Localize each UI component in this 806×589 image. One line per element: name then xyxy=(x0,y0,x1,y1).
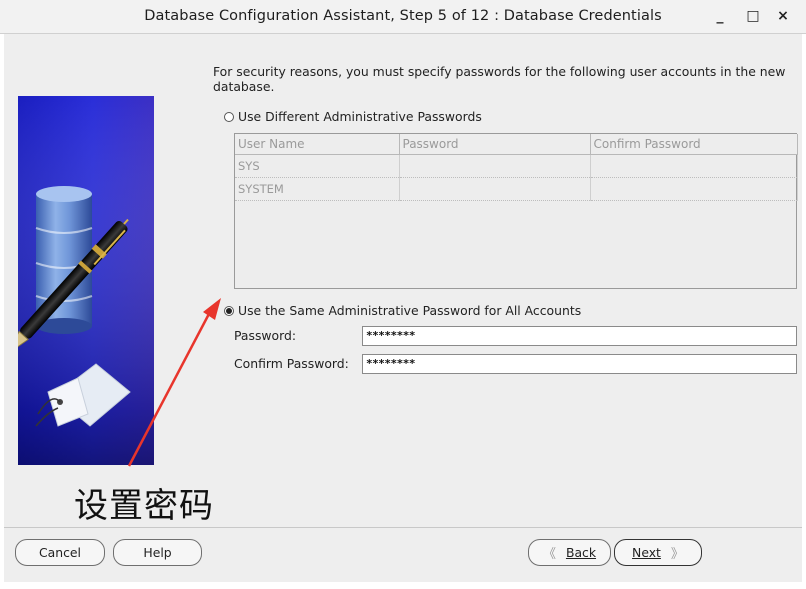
option-same-password-label: Use the Same Administrative Password for… xyxy=(238,303,582,318)
user-password-table: User Name Password Confirm Password SYS … xyxy=(234,133,798,289)
cell-password xyxy=(399,177,591,201)
radio-different-passwords[interactable] xyxy=(224,111,234,122)
red-annotation-arrow xyxy=(127,298,221,467)
cell-confirm-password xyxy=(590,154,798,178)
window-title: Database Configuration Assistant, Step 5… xyxy=(144,8,662,24)
dialog-body: 设置密码 For security reasons, you must spec… xyxy=(4,34,802,582)
cell-user-name: SYSTEM xyxy=(235,177,400,201)
option-different-passwords-label: Use Different Administrative Passwords xyxy=(238,109,482,124)
table-row: SYSTEM xyxy=(235,177,798,201)
table-row: SYS xyxy=(235,154,798,178)
cell-confirm-password xyxy=(590,177,798,201)
minimize-button[interactable]: _ xyxy=(709,5,731,27)
back-button[interactable]: 《 Back xyxy=(528,539,611,566)
column-header-user-name: User Name xyxy=(235,134,400,155)
option-same-password[interactable]: Use the Same Administrative Password for… xyxy=(224,303,581,318)
button-separator xyxy=(4,527,802,528)
help-button[interactable]: Help xyxy=(113,539,202,566)
help-button-label: Help xyxy=(143,545,172,560)
table-header-row: User Name Password Confirm Password xyxy=(235,134,798,155)
cancel-button[interactable]: Cancel xyxy=(15,539,105,566)
confirm-password-field[interactable]: ******** xyxy=(362,354,797,374)
annotation-label: 设置密码 xyxy=(74,486,214,526)
password-field[interactable]: ******** xyxy=(362,326,797,346)
cell-password xyxy=(399,154,591,178)
column-header-confirm-password: Confirm Password xyxy=(590,134,798,155)
title-bar: Database Configuration Assistant, Step 5… xyxy=(0,0,806,34)
next-button-label: Next xyxy=(632,545,661,560)
back-button-label: Back xyxy=(565,545,597,560)
radio-same-password[interactable] xyxy=(224,305,234,316)
security-description: For security reasons, you must specify p… xyxy=(213,64,786,94)
back-chevron-icon: 《 xyxy=(542,547,556,562)
maximize-button[interactable]: □ xyxy=(742,5,764,27)
next-chevron-icon: 》 xyxy=(670,547,684,562)
column-header-password: Password xyxy=(399,134,591,155)
cancel-button-label: Cancel xyxy=(39,545,81,560)
confirm-password-label: Confirm Password: xyxy=(234,356,349,371)
option-different-passwords[interactable]: Use Different Administrative Passwords xyxy=(224,109,482,124)
window-bottom-edge xyxy=(4,582,802,589)
close-button[interactable]: × xyxy=(772,5,794,27)
next-button[interactable]: Next 》 xyxy=(614,539,702,566)
password-label: Password: xyxy=(234,328,297,343)
cell-user-name: SYS xyxy=(235,154,400,178)
